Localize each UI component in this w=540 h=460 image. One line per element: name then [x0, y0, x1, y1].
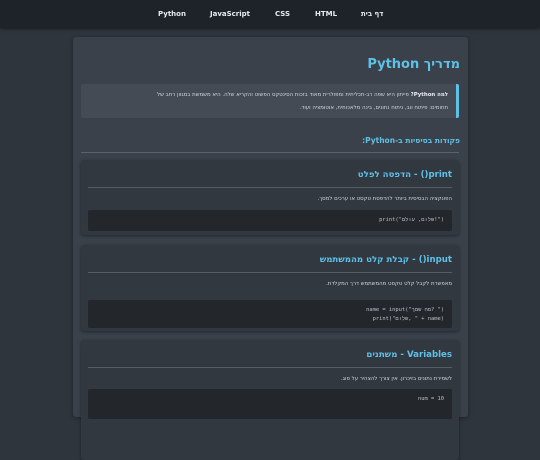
card-description: הפונקציה הבסיסית ביותר להדפסת טקסט או ער…	[317, 196, 452, 202]
page-title: מדריך Python	[367, 57, 460, 72]
card-description: לשמירת נתונים בזיכרון. אין צורך להצהיר ע…	[341, 376, 452, 382]
card-divider	[88, 272, 452, 273]
nav-link-python[interactable]: Python	[158, 10, 186, 18]
code-block: num = 10	[88, 389, 452, 419]
intro-lead: למה Python?	[410, 92, 448, 98]
nav-link-javascript[interactable]: JavaScript	[210, 10, 250, 18]
code-block: name = input("מה שמך? ") print("שלום, " …	[88, 300, 452, 328]
nav-link-html[interactable]: HTML	[315, 10, 337, 18]
intro-text-line2: תחומים: פיתוח ווב, ניתוח נתונים, בינה מל…	[299, 105, 448, 111]
code-line: print("שלום, עולם!")	[379, 217, 444, 223]
code-line: name = input("מה שמך? ")	[366, 307, 444, 313]
code-line: num = 10	[418, 396, 444, 402]
card-title: Variables - משתנים	[366, 350, 452, 360]
top-navigation: Python JavaScript CSS HTML דף בית	[0, 0, 540, 28]
code-block: print("שלום, עולם!")	[88, 210, 452, 231]
code-line: print("שלום, " + name)	[372, 316, 444, 322]
intro-text-line1: פייתון היא שפה רב-תכליתית ומפולרית מאוד …	[157, 92, 411, 98]
nav-link-home[interactable]: דף בית	[361, 10, 383, 18]
intro-callout: למה Python? פייתון היא שפה רב-תכליתית ומ…	[81, 84, 459, 118]
section-title: פקודות בסיסיות ב-Python:	[362, 136, 460, 145]
card-description: מאפשרת לקבל קלט טקסט מהמשתמש דרך המקלדת.	[326, 281, 452, 287]
card-divider	[88, 367, 452, 368]
command-card-print: print() - הדפסה לפלט הפונקציה הבסיסית בי…	[81, 160, 459, 235]
card-divider	[88, 187, 452, 188]
command-card-variables: Variables - משתנים לשמירת נתונים בזיכרון…	[81, 340, 459, 460]
nav-link-css[interactable]: CSS	[275, 10, 290, 18]
card-title: input() - קבלת קלט מהמשתמש	[319, 255, 452, 265]
main-content: מדריך Python למה Python? פייתון היא שפה …	[73, 37, 468, 460]
command-card-input: input() - קבלת קלט מהמשתמש מאפשרת לקבל ק…	[81, 245, 459, 331]
card-title: print() - הדפסה לפלט	[357, 170, 452, 180]
section-divider	[81, 152, 459, 153]
